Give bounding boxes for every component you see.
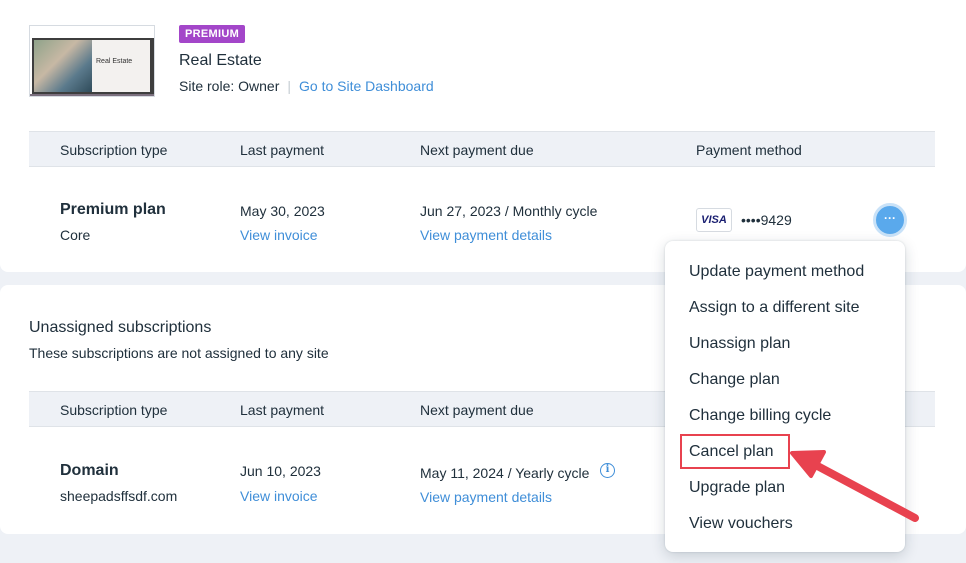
thumbnail-photo <box>34 40 92 92</box>
menu-item-change-billing-cycle[interactable]: Change billing cycle <box>689 407 831 425</box>
view-invoice-link[interactable]: View invoice <box>240 227 318 243</box>
header-last-payment: Last payment <box>240 142 325 158</box>
thumbnail-title: Real Estate <box>96 58 133 65</box>
cycle-separator: / <box>507 465 512 481</box>
domain-billing-cycle: Yearly cycle <box>515 465 590 481</box>
info-icon[interactable]: i <box>600 463 615 478</box>
menu-item-view-vouchers[interactable]: View vouchers <box>689 515 793 533</box>
domain-next-payment-due: May 11, 2024 / Yearly cycle <box>420 465 589 481</box>
site-thumbnail[interactable]: Real Estate <box>29 25 155 97</box>
plan-name: Premium plan <box>60 201 166 218</box>
view-payment-details-link[interactable]: View payment details <box>420 227 552 243</box>
thumbnail-header <box>30 26 154 38</box>
table-header: Subscription type Last payment Next paym… <box>29 131 935 167</box>
site-role: Site role: Owner <box>179 78 280 94</box>
site-role-row: Site role: Owner | Go to Site Dashboard <box>179 78 434 94</box>
header-next-payment-due: Next payment due <box>420 142 534 158</box>
menu-item-assign-different-site[interactable]: Assign to a different site <box>689 299 859 317</box>
header-last-payment: Last payment <box>240 402 325 418</box>
site-name: Real Estate <box>179 52 262 69</box>
thumbnail-footer <box>30 94 154 96</box>
plan-tier: Core <box>60 227 91 243</box>
more-horizontal-icon: ··· <box>884 211 896 225</box>
annotation-arrow-icon <box>790 450 919 522</box>
visa-card-icon: VISA <box>696 208 732 232</box>
billing-cycle: Monthly cycle <box>512 203 598 219</box>
cancel-plan-highlight-box <box>680 434 790 469</box>
cycle-separator: / <box>504 203 509 219</box>
domain-next-due-date: May 11, 2024 <box>420 465 504 481</box>
menu-item-unassign-plan[interactable]: Unassign plan <box>689 335 790 353</box>
more-actions-button[interactable]: ··· <box>873 203 907 237</box>
card-last-digits: ••••9429 <box>741 212 792 228</box>
domain-last-payment-date: Jun 10, 2023 <box>240 463 321 479</box>
domain-label: Domain <box>60 462 119 479</box>
header-next-payment-due: Next payment due <box>420 402 534 418</box>
header-subscription-type: Subscription type <box>60 402 168 418</box>
divider: | <box>287 78 292 94</box>
menu-item-change-plan[interactable]: Change plan <box>689 371 780 389</box>
menu-item-update-payment-method[interactable]: Update payment method <box>689 263 864 281</box>
domain-view-invoice-link[interactable]: View invoice <box>240 488 318 504</box>
site-card: Real Estate PREMIUM Real Estate Site rol… <box>0 0 966 272</box>
thumbnail-panel <box>92 40 150 92</box>
site-dashboard-link[interactable]: Go to Site Dashboard <box>299 78 434 94</box>
unassigned-title: Unassigned subscriptions <box>29 319 212 336</box>
next-due-date: Jun 27, 2023 <box>420 203 501 219</box>
domain-view-payment-details-link[interactable]: View payment details <box>420 489 552 505</box>
menu-item-upgrade-plan[interactable]: Upgrade plan <box>689 479 785 497</box>
header-payment-method: Payment method <box>696 142 802 158</box>
domain-name: sheepadsffsdf.com <box>60 488 178 504</box>
header-subscription-type: Subscription type <box>60 142 168 158</box>
last-payment-date: May 30, 2023 <box>240 203 325 219</box>
next-payment-due: Jun 27, 2023 / Monthly cycle <box>420 203 597 219</box>
unassigned-subtitle: These subscriptions are not assigned to … <box>29 345 329 361</box>
premium-badge: PREMIUM <box>179 25 246 43</box>
